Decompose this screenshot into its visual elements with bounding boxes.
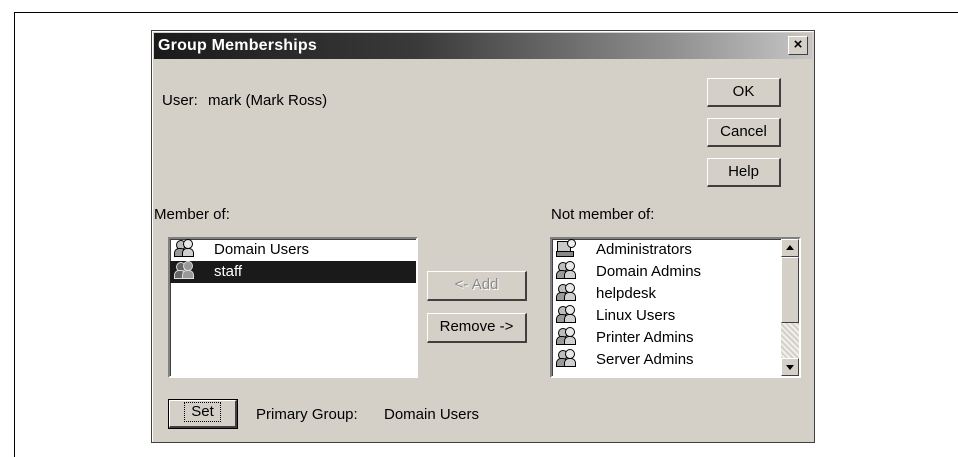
member-of-list[interactable]: Domain Users staff (168, 237, 418, 378)
primary-group-label: Primary Group: (256, 406, 358, 423)
list-item-linux-users[interactable]: Linux Users (552, 305, 799, 327)
ok-button[interactable]: OK (707, 78, 781, 107)
list-item-administrators[interactable]: Administrators (552, 239, 799, 261)
list-item-domain-users[interactable]: Domain Users (170, 239, 416, 261)
list-item-label: Linux Users (596, 307, 676, 324)
not-member-of-list[interactable]: Administrators Domain Admins helpdesk Li… (550, 237, 801, 378)
title-bar[interactable]: Group Memberships × (154, 33, 812, 59)
group-icon (556, 283, 576, 301)
list-item-label: Printer Admins (596, 329, 694, 346)
frame-top-border (14, 12, 958, 13)
close-button[interactable]: × (788, 36, 808, 55)
list-item-server-admins[interactable]: Server Admins (552, 349, 799, 371)
set-button[interactable]: Set (168, 399, 238, 429)
group-icon (556, 327, 576, 345)
close-icon: × (793, 36, 803, 53)
list-item-label: Domain Users (214, 241, 310, 258)
not-member-of-label: Not member of: (551, 206, 655, 223)
member-of-label: Member of: (154, 206, 230, 223)
scroll-down-icon[interactable] (781, 358, 799, 376)
add-button[interactable]: <- Add (427, 271, 527, 301)
list-item-label: Domain Admins (596, 263, 702, 280)
scroll-up-icon[interactable] (781, 239, 799, 257)
vertical-scrollbar[interactable] (781, 239, 799, 376)
scrollbar-thumb[interactable] (781, 257, 799, 323)
dialog-title: Group Memberships (158, 37, 317, 54)
group-icon (556, 349, 576, 367)
list-item-domain-admins[interactable]: Domain Admins (552, 261, 799, 283)
group-memberships-dialog: Group Memberships × User: mark (Mark Ros… (151, 30, 815, 443)
list-item-label: Administrators (596, 241, 692, 258)
frame-left-border (14, 12, 15, 457)
user-value: mark (Mark Ross) (208, 92, 328, 109)
group-icon (174, 239, 194, 257)
user-label: User: (162, 92, 198, 109)
list-item-label: helpdesk (596, 285, 657, 302)
list-item-label: Server Admins (596, 351, 694, 368)
group-icon (556, 261, 576, 279)
list-item-label: staff (214, 263, 243, 280)
list-item-staff[interactable]: staff (170, 261, 416, 283)
group-icon (556, 305, 576, 323)
remove-button[interactable]: Remove -> (427, 313, 527, 343)
admin-group-icon (556, 239, 576, 257)
list-item-printer-admins[interactable]: Printer Admins (552, 327, 799, 349)
group-icon (174, 261, 194, 279)
list-item-helpdesk[interactable]: helpdesk (552, 283, 799, 305)
primary-group-value: Domain Users (384, 406, 480, 423)
help-button[interactable]: Help (707, 158, 781, 187)
set-button-label: Set (184, 402, 221, 422)
cancel-button[interactable]: Cancel (707, 118, 781, 147)
